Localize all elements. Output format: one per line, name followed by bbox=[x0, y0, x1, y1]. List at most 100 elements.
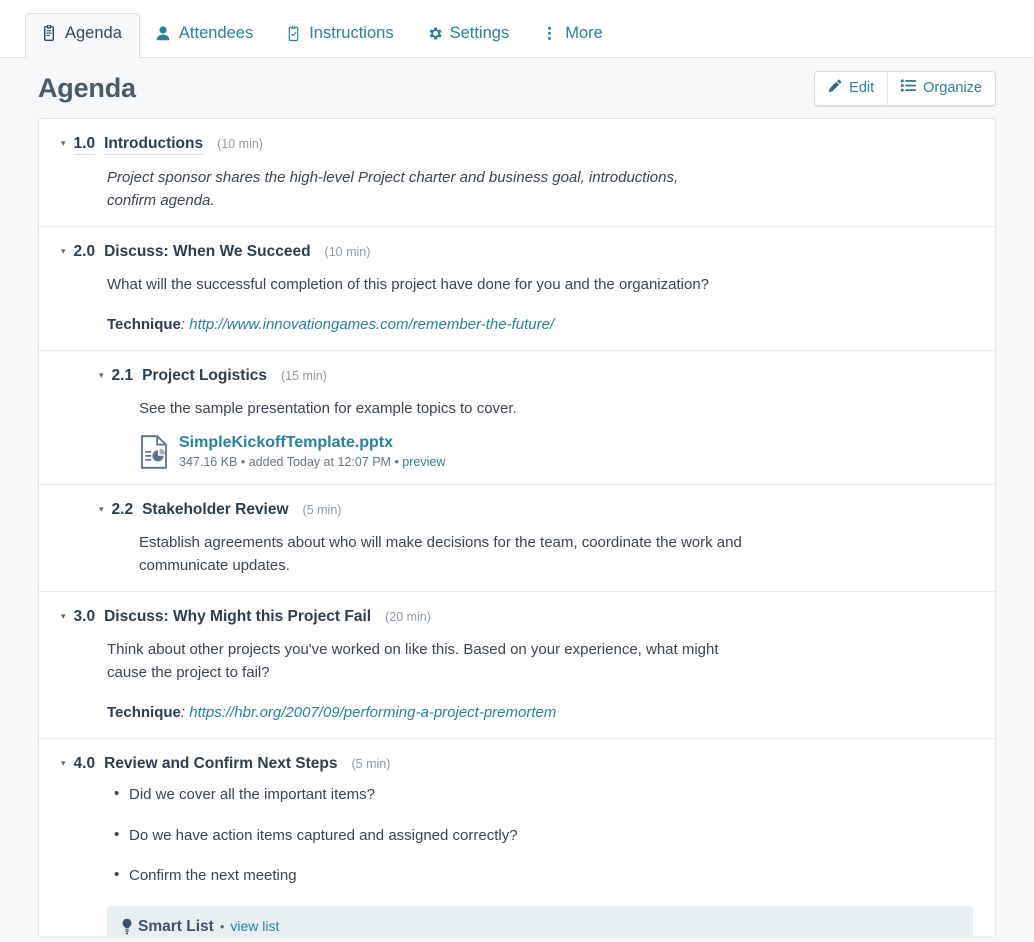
technique-label: Technique bbox=[107, 315, 181, 333]
technique-link[interactable]: https://hbr.org/2007/09/performing-a-pro… bbox=[189, 704, 556, 721]
person-icon bbox=[155, 24, 172, 43]
tab-more[interactable]: More bbox=[526, 14, 620, 57]
page-header: Agenda Edit Organize bbox=[0, 58, 1034, 118]
file-name-link[interactable]: SimpleKickoffTemplate.pptx bbox=[179, 433, 445, 453]
agenda-item-body: See the sample presentation for example … bbox=[99, 397, 973, 470]
file-size: 347.16 KB bbox=[179, 455, 238, 470]
file-meta-separator-1: • bbox=[237, 455, 249, 470]
powerpoint-file-icon bbox=[139, 435, 169, 469]
header-action-buttons: Edit Organize bbox=[814, 70, 996, 106]
tab-more-label: More bbox=[565, 24, 603, 43]
agenda-item-1-0: ▾ 1.0 Introductions (10 min) Project spo… bbox=[39, 119, 995, 226]
tab-instructions[interactable]: Instructions bbox=[270, 14, 410, 57]
organize-button[interactable]: Organize bbox=[888, 71, 995, 105]
agenda-page: Agenda Attendees Instructions Settings M bbox=[0, 0, 1034, 942]
agenda-item-description: What will the successful completion of t… bbox=[107, 275, 710, 293]
agenda-bullet-list: Did we cover all the important items? Do… bbox=[107, 783, 973, 888]
agenda-item-2-0: ▾ 2.0 Discuss: When We Succeed (10 min) … bbox=[39, 226, 995, 350]
agenda-item-number: 1.0 bbox=[73, 135, 96, 155]
agenda-item-header[interactable]: ▾ 3.0 Discuss: Why Might this Project Fa… bbox=[61, 608, 973, 627]
tab-attendees-label: Attendees bbox=[178, 24, 254, 43]
agenda-item-description: Project sponsor shares the high-level Pr… bbox=[107, 168, 679, 209]
tab-agenda[interactable]: Agenda bbox=[25, 13, 140, 58]
agenda-item-body: Project sponsor shares the high-level Pr… bbox=[61, 166, 973, 213]
tab-agenda-label: Agenda bbox=[65, 24, 122, 43]
tab-settings-label: Settings bbox=[449, 24, 510, 43]
collapse-caret-icon[interactable]: ▾ bbox=[61, 139, 66, 148]
agenda-item-number: 3.0 bbox=[73, 608, 96, 626]
agenda-item-number: 2.2 bbox=[111, 501, 134, 519]
clipboard-check-icon bbox=[285, 24, 302, 43]
organize-button-label: Organize bbox=[923, 79, 982, 96]
agenda-item-3-0: ▾ 3.0 Discuss: Why Might this Project Fa… bbox=[39, 591, 995, 738]
agenda-item-duration: (5 min) bbox=[302, 503, 342, 518]
collapse-caret-icon[interactable]: ▾ bbox=[61, 759, 66, 768]
agenda-item-body: What will the successful completion of t… bbox=[61, 273, 973, 337]
tab-attendees[interactable]: Attendees bbox=[140, 14, 270, 57]
lightbulb-icon bbox=[121, 918, 133, 935]
edit-button-label: Edit bbox=[849, 79, 875, 96]
main-tab-bar: Agenda Attendees Instructions Settings M bbox=[0, 0, 1034, 58]
agenda-item-title[interactable]: Project Logistics bbox=[142, 367, 267, 386]
pencil-icon bbox=[828, 79, 842, 97]
agenda-item-header[interactable]: ▾ 1.0 Introductions (10 min) bbox=[61, 135, 973, 155]
smart-list-panel[interactable]: Smart List • view list Show a list of: e… bbox=[107, 905, 973, 936]
tab-instructions-label: Instructions bbox=[309, 24, 394, 43]
smart-list-title: Smart List bbox=[138, 917, 214, 935]
tab-settings[interactable]: Settings bbox=[411, 14, 527, 57]
file-attachment[interactable]: SimpleKickoffTemplate.pptx 347.16 KB • a… bbox=[139, 433, 973, 470]
list-item: Did we cover all the important items? bbox=[114, 783, 973, 807]
agenda-item-number: 4.0 bbox=[73, 755, 96, 773]
agenda-item-technique: Technique: http://www.innovationgames.co… bbox=[107, 313, 867, 336]
list-item: Do we have action items captured and ass… bbox=[114, 824, 973, 848]
agenda-item-body: Establish agreements about who will make… bbox=[99, 531, 973, 578]
agenda-item-duration: (10 min) bbox=[324, 245, 371, 260]
agenda-item-duration: (10 min) bbox=[217, 137, 263, 151]
technique-separator: : bbox=[180, 315, 190, 333]
technique-label: Technique bbox=[107, 704, 181, 722]
agenda-item-duration: (20 min) bbox=[385, 610, 431, 625]
agenda-item-body: Think about other projects you've worked… bbox=[61, 638, 973, 725]
agenda-item-2-2: ▾ 2.2 Stakeholder Review (5 min) Establi… bbox=[39, 484, 995, 591]
agenda-panel: ▾ 1.0 Introductions (10 min) Project spo… bbox=[38, 118, 996, 936]
agenda-item-number: 2.0 bbox=[73, 243, 96, 261]
agenda-item-2-1: ▾ 2.1 Project Logistics (15 min) See the… bbox=[39, 350, 995, 484]
agenda-item-header[interactable]: ▾ 2.0 Discuss: When We Succeed (10 min) bbox=[61, 243, 973, 262]
agenda-item-header[interactable]: ▾ 2.1 Project Logistics (15 min) bbox=[99, 367, 973, 386]
file-meta-separator-2: • bbox=[390, 455, 403, 470]
technique-link[interactable]: http://www.innovationgames.com/remember-… bbox=[189, 316, 554, 333]
clipboard-icon bbox=[41, 24, 58, 43]
agenda-item-duration: (5 min) bbox=[351, 757, 391, 772]
collapse-caret-icon[interactable]: ▾ bbox=[61, 247, 66, 256]
edit-button[interactable]: Edit bbox=[815, 71, 889, 105]
agenda-item-title[interactable]: Discuss: Why Might this Project Fail bbox=[104, 608, 371, 627]
collapse-caret-icon[interactable]: ▾ bbox=[99, 505, 104, 514]
agenda-item-body: Did we cover all the important items? Do… bbox=[61, 783, 973, 936]
page-title: Agenda bbox=[38, 72, 136, 103]
agenda-item-description: See the sample presentation for example … bbox=[139, 399, 517, 417]
agenda-item-number: 2.1 bbox=[111, 367, 134, 385]
list-icon bbox=[901, 79, 916, 96]
agenda-item-header[interactable]: ▾ 4.0 Review and Confirm Next Steps (5 m… bbox=[61, 755, 973, 774]
agenda-item-title[interactable]: Stakeholder Review bbox=[142, 501, 288, 520]
collapse-caret-icon[interactable]: ▾ bbox=[99, 371, 104, 380]
agenda-item-title[interactable]: Introductions bbox=[104, 135, 204, 155]
collapse-caret-icon[interactable]: ▾ bbox=[61, 612, 66, 621]
agenda-item-header[interactable]: ▾ 2.2 Stakeholder Review (5 min) bbox=[99, 501, 973, 520]
gear-icon bbox=[426, 24, 443, 43]
file-attachment-text: SimpleKickoffTemplate.pptx 347.16 KB • a… bbox=[179, 433, 445, 470]
agenda-item-technique: Technique: https://hbr.org/2007/09/perfo… bbox=[107, 701, 867, 724]
file-added-date: added Today at 12:07 PM bbox=[248, 455, 391, 470]
smart-list-header: Smart List • view list bbox=[121, 918, 959, 936]
list-item: Confirm the next meeting bbox=[114, 864, 973, 888]
agenda-item-4-0: ▾ 4.0 Review and Confirm Next Steps (5 m… bbox=[39, 738, 995, 936]
agenda-item-description: Think about other projects you've worked… bbox=[107, 640, 719, 681]
view-list-link[interactable]: view list bbox=[230, 918, 279, 935]
agenda-item-title[interactable]: Review and Confirm Next Steps bbox=[104, 755, 337, 774]
agenda-item-duration: (15 min) bbox=[281, 369, 327, 384]
agenda-item-title[interactable]: Discuss: When We Succeed bbox=[104, 243, 310, 262]
technique-separator: : bbox=[180, 704, 190, 722]
file-metadata: 347.16 KB • added Today at 12:07 PM • pr… bbox=[179, 455, 445, 469]
agenda-item-description: Establish agreements about who will make… bbox=[139, 533, 742, 574]
file-preview-link[interactable]: preview bbox=[402, 455, 445, 469]
